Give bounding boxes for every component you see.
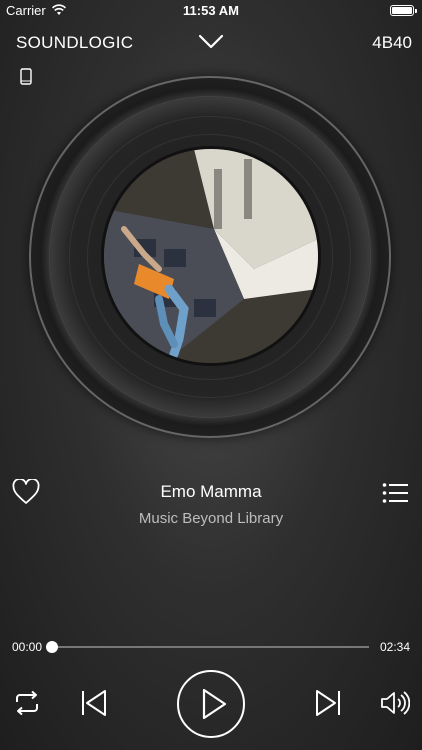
clock: 11:53 AM [183, 3, 239, 18]
artist-name: Music Beyond Library [138, 510, 284, 527]
phone-icon[interactable] [20, 68, 32, 85]
play-icon [202, 688, 227, 720]
elapsed-time: 00:00 [12, 640, 43, 654]
device-model-label: 4B40 [372, 33, 412, 52]
list-icon[interactable] [382, 482, 408, 504]
play-button[interactable] [177, 670, 245, 738]
brand-title: SOUNDLOGIC [16, 33, 134, 52]
next-track-icon[interactable] [314, 688, 342, 718]
previous-track-icon[interactable] [80, 688, 108, 718]
progress-thumb[interactable] [46, 641, 58, 653]
status-bar: Carrier 11:53 AM [0, 0, 422, 22]
progress-track[interactable] [52, 646, 369, 648]
album-art [101, 146, 321, 366]
chevron-down-icon[interactable] [198, 34, 224, 50]
repeat-icon[interactable] [13, 690, 41, 716]
album-art-image [104, 149, 318, 363]
volume-icon[interactable] [380, 688, 410, 718]
battery-icon [390, 5, 417, 16]
total-time: 02:34 [379, 640, 410, 654]
song-title: Emo Mamma [160, 482, 262, 501]
